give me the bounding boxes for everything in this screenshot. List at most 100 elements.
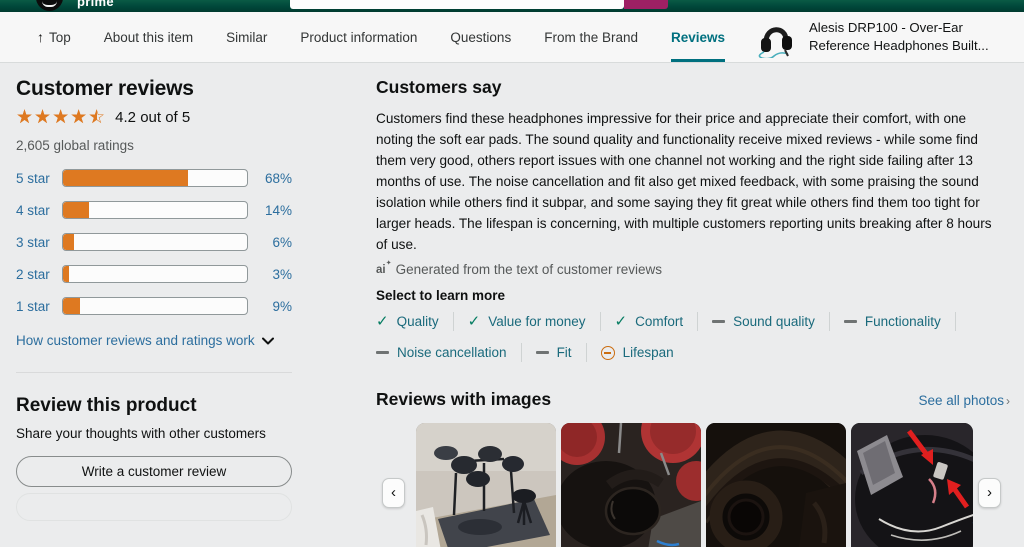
aspect-chip-sound-quality[interactable]: Sound quality (712, 312, 830, 331)
select-to-learn-more-label: Select to learn more (376, 288, 506, 303)
section-divider (16, 372, 292, 373)
histogram-bar (62, 233, 248, 251)
search-button[interactable] (624, 0, 668, 9)
aspect-chip-lifespan[interactable]: Lifespan (600, 343, 688, 362)
drum-kit-room-photo (416, 423, 556, 547)
product-title: Alesis DRP100 - Over-Ear Reference Headp… (809, 19, 989, 56)
dash-icon (376, 351, 389, 354)
main-content: Customer reviews ☆☆☆☆☆ ★★★★★ 4.2 out of … (0, 63, 1024, 547)
aspect-label: Value for money (488, 314, 586, 329)
product-summary[interactable]: Alesis DRP100 - Over-Ear Reference Headp… (752, 12, 1014, 62)
histogram-bar-fill (63, 170, 189, 186)
review-image-case-wiring[interactable] (851, 423, 973, 547)
review-image-headphones-on-drum[interactable] (561, 423, 701, 547)
aspect-label: Fit (556, 345, 572, 360)
amazon-logo-icon[interactable] (36, 0, 63, 11)
ai-attribution-text: Generated from the text of customer revi… (395, 262, 662, 277)
histogram-label: 4 star (16, 202, 50, 218)
review-this-product-title: Review this product (16, 395, 197, 416)
how-ratings-work-link[interactable]: How customer reviews and ratings work (16, 333, 292, 348)
aspect-chip-comfort[interactable]: ✓ Comfort (615, 312, 699, 331)
review-image-drum-kit[interactable] (416, 423, 556, 547)
histogram-bar (62, 201, 248, 219)
review-image-headband-closeup[interactable] (706, 423, 846, 547)
histogram-percent: 68% (264, 170, 292, 186)
sparkle-icon: ✦ (385, 259, 392, 267)
tab-top[interactable]: ↑ Top (37, 12, 71, 62)
tab-questions[interactable]: Questions (450, 12, 511, 62)
tab-label: From the Brand (544, 29, 638, 45)
dash-icon (712, 320, 726, 323)
aspect-chip-fit[interactable]: Fit (535, 343, 587, 362)
aspect-label: Noise cancellation (397, 345, 507, 360)
aspect-chip-value-for-money[interactable]: ✓ Value for money (468, 312, 601, 331)
reviews-summary-column: Customer reviews ☆☆☆☆☆ ★★★★★ 4.2 out of … (16, 77, 292, 547)
customers-say-title: Customers say (376, 77, 502, 97)
histogram-label: 1 star (16, 298, 50, 314)
histogram-percent: 14% (264, 202, 292, 218)
carousel-next-button[interactable]: › (978, 478, 1001, 508)
aspect-label: Lifespan (622, 345, 674, 360)
tabs: ↑ Top About this item Similar Product in… (37, 12, 726, 62)
aspect-chip-noise-cancellation[interactable]: Noise cancellation (376, 343, 522, 362)
tab-about-this-item[interactable]: About this item (104, 12, 193, 62)
carousel-prev-button[interactable]: ‹ (382, 478, 405, 508)
amazon-smile-icon (42, 1, 57, 7)
aspect-label: Comfort (635, 314, 684, 329)
global-ratings-count: 2,605 global ratings (16, 138, 134, 153)
arrow-up-icon: ↑ (37, 29, 44, 45)
product-title-line2: Reference Headphones Built... (809, 38, 989, 53)
histogram-bar-fill (63, 202, 89, 218)
tab-label: Reviews (671, 29, 726, 45)
amazon-product-reviews-page: prime ↑ Top About this item Similar Prod… (0, 0, 1024, 547)
tab-label: Top (49, 29, 71, 45)
aspect-label: Quality (396, 314, 439, 329)
tab-product-information[interactable]: Product information (300, 12, 417, 62)
tab-similar[interactable]: Similar (226, 12, 267, 62)
see-all-photos-link[interactable]: See all photos › (918, 393, 1010, 408)
histogram-bar (62, 265, 248, 283)
headphones-thumbnail-icon (758, 27, 792, 58)
histogram-row-3-star[interactable]: 3 star 6% (16, 233, 292, 251)
histogram-row-5-star[interactable]: 5 star 68% (16, 169, 292, 187)
aspect-label: Sound quality (733, 314, 815, 329)
tab-from-the-brand[interactable]: From the Brand (544, 12, 638, 62)
tab-reviews[interactable]: Reviews (671, 12, 726, 62)
histogram-bar-fill (63, 298, 80, 314)
minus-circle-icon (600, 345, 615, 360)
histogram-bar-fill (63, 266, 69, 282)
histogram-row-1-star[interactable]: 1 star 9% (16, 297, 292, 315)
headphones-on-red-drum-photo (561, 423, 701, 547)
product-title-line1: Alesis DRP100 - Over-Ear (809, 19, 963, 35)
customer-reviews-title: Customer reviews (16, 77, 194, 100)
ai-icon: ai ✦ (376, 259, 392, 276)
aspect-chip-functionality[interactable]: Functionality (843, 312, 956, 331)
check-icon: ✓ (467, 313, 481, 330)
star-rating[interactable]: ☆☆☆☆☆ ★★★★★ (16, 108, 106, 127)
histogram-row-4-star[interactable]: 4 star 14% (16, 201, 292, 219)
average-rating-row: ☆☆☆☆☆ ★★★★★ 4.2 out of 5 (16, 108, 292, 127)
site-header: prime (0, 0, 1024, 12)
histogram-bar-fill (63, 234, 75, 250)
tab-label: Similar (226, 29, 268, 45)
aspect-chip-quality[interactable]: ✓ Quality (376, 312, 454, 331)
histogram-label: 2 star (16, 266, 50, 282)
product-tab-bar: ↑ Top About this item Similar Product in… (0, 12, 1024, 63)
chevron-right-icon: › (987, 483, 992, 501)
rating-text: 4.2 out of 5 (115, 109, 191, 126)
histogram-bar (62, 169, 248, 187)
image-strip (416, 423, 973, 547)
tab-label: Questions (450, 29, 512, 45)
histogram-label: 3 star (16, 234, 50, 250)
prime-logo[interactable]: prime (77, 0, 114, 9)
check-icon: ✓ (376, 313, 389, 330)
dash-icon (535, 351, 549, 354)
ai-attribution-row: ai ✦ Generated from the text of customer … (376, 259, 1010, 278)
dash-icon (843, 320, 857, 323)
histogram-row-2-star[interactable]: 2 star 3% (16, 265, 292, 283)
aspect-chips: ✓ Quality ✓ Value for money ✓ Comfort So… (376, 312, 1006, 362)
reviews-with-images-title: Reviews with images (376, 389, 552, 409)
histogram-percent: 6% (272, 234, 292, 250)
write-review-button[interactable]: Write a customer review (16, 456, 292, 487)
search-input[interactable] (290, 0, 624, 9)
